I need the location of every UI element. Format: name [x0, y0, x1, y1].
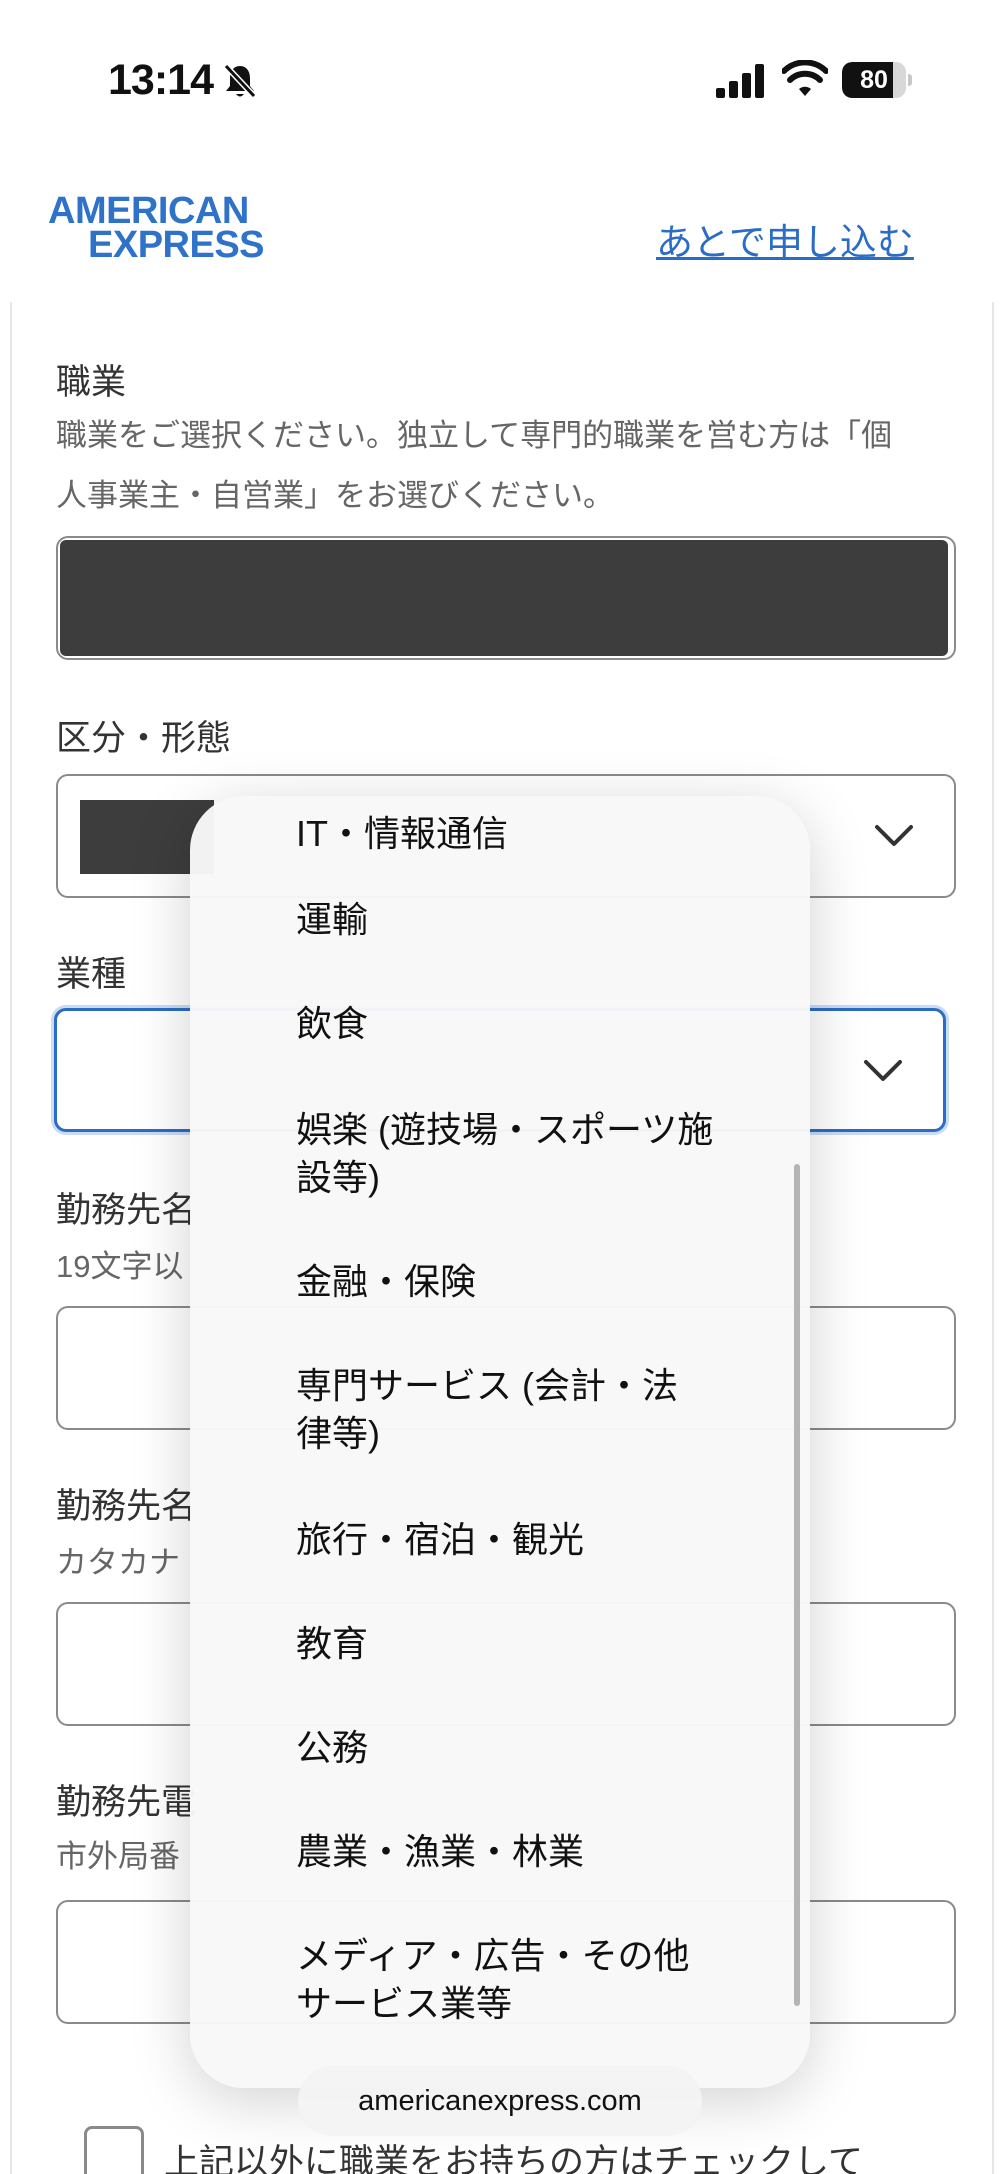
category-label: 区分・形態 — [56, 719, 232, 758]
picker-option[interactable]: 教育 — [296, 1620, 766, 1668]
chevron-down-icon — [875, 825, 913, 846]
picker-option[interactable]: 金融・保険 — [296, 1258, 766, 1306]
app-header: AMERICAN EXPRESS あとで申し込む — [0, 160, 1000, 302]
employer-name-kana-label: 勤務先名 — [56, 1487, 197, 1526]
picker-option[interactable]: 旅行・宿泊・観光 — [296, 1516, 766, 1564]
redacted-occupation-value — [60, 540, 948, 656]
amex-logo: AMERICAN EXPRESS — [48, 190, 298, 266]
picker-option[interactable]: IT・情報通信 — [296, 810, 766, 858]
bell-slash-icon — [223, 63, 257, 99]
other-job-checkbox-label: 上記以外に職業をお持ちの方はチェックして — [164, 2143, 863, 2174]
employer-name-kana-help: カタカナ — [56, 1545, 180, 1580]
picker-option[interactable]: 公務 — [296, 1724, 766, 1772]
industry-picker-menu: IT・情報通信 運輸 飲食 娯楽 (遊技場・スポーツ施設等) 金融・保険 専門サ… — [190, 796, 810, 2088]
other-job-checkbox[interactable] — [84, 2126, 144, 2174]
picker-scrollbar[interactable] — [794, 1164, 800, 2006]
employer-name-help: 19文字以 — [56, 1249, 184, 1284]
battery-percent: 80 — [860, 66, 888, 94]
logo-line1: AMERICAN — [48, 190, 249, 232]
battery-icon: 80 — [842, 62, 912, 98]
chevron-down-icon — [864, 1060, 902, 1081]
picker-option[interactable]: 農業・漁業・林業 — [296, 1828, 766, 1876]
occupation-label: 職業 — [56, 363, 127, 402]
occupation-help-line2: 人事業主・自営業」をお選びください。 — [56, 478, 614, 513]
occupation-help-line1: 職業をご選択ください。独立して専門的職業を営む方は「個 — [56, 418, 893, 453]
employer-phone-label: 勤務先電 — [56, 1783, 197, 1822]
industry-label: 業種 — [56, 955, 127, 994]
logo-line2: EXPRESS — [88, 224, 265, 266]
picker-option[interactable]: 専門サービス (会計・法律等) — [296, 1362, 696, 1458]
employer-name-label: 勤務先名 — [56, 1191, 197, 1230]
picker-option[interactable]: 飲食 — [296, 1000, 766, 1048]
apply-later-link[interactable]: あとで申し込む — [656, 212, 914, 266]
status-time: 13:14 — [108, 56, 214, 104]
browser-url-bar[interactable]: americanexpress.com — [298, 2066, 702, 2136]
picker-option[interactable]: 娯楽 (遊技場・スポーツ施設等) — [296, 1106, 716, 1202]
wifi-icon — [782, 60, 828, 96]
employer-phone-help: 市外局番 — [56, 1839, 180, 1874]
picker-option[interactable]: メディア・広告・その他サービス業等 — [296, 1932, 716, 2028]
picker-option[interactable]: 運輸 — [296, 896, 766, 944]
status-bar: 13:14 80 — [0, 0, 1000, 160]
cellular-signal-icon — [716, 64, 764, 98]
